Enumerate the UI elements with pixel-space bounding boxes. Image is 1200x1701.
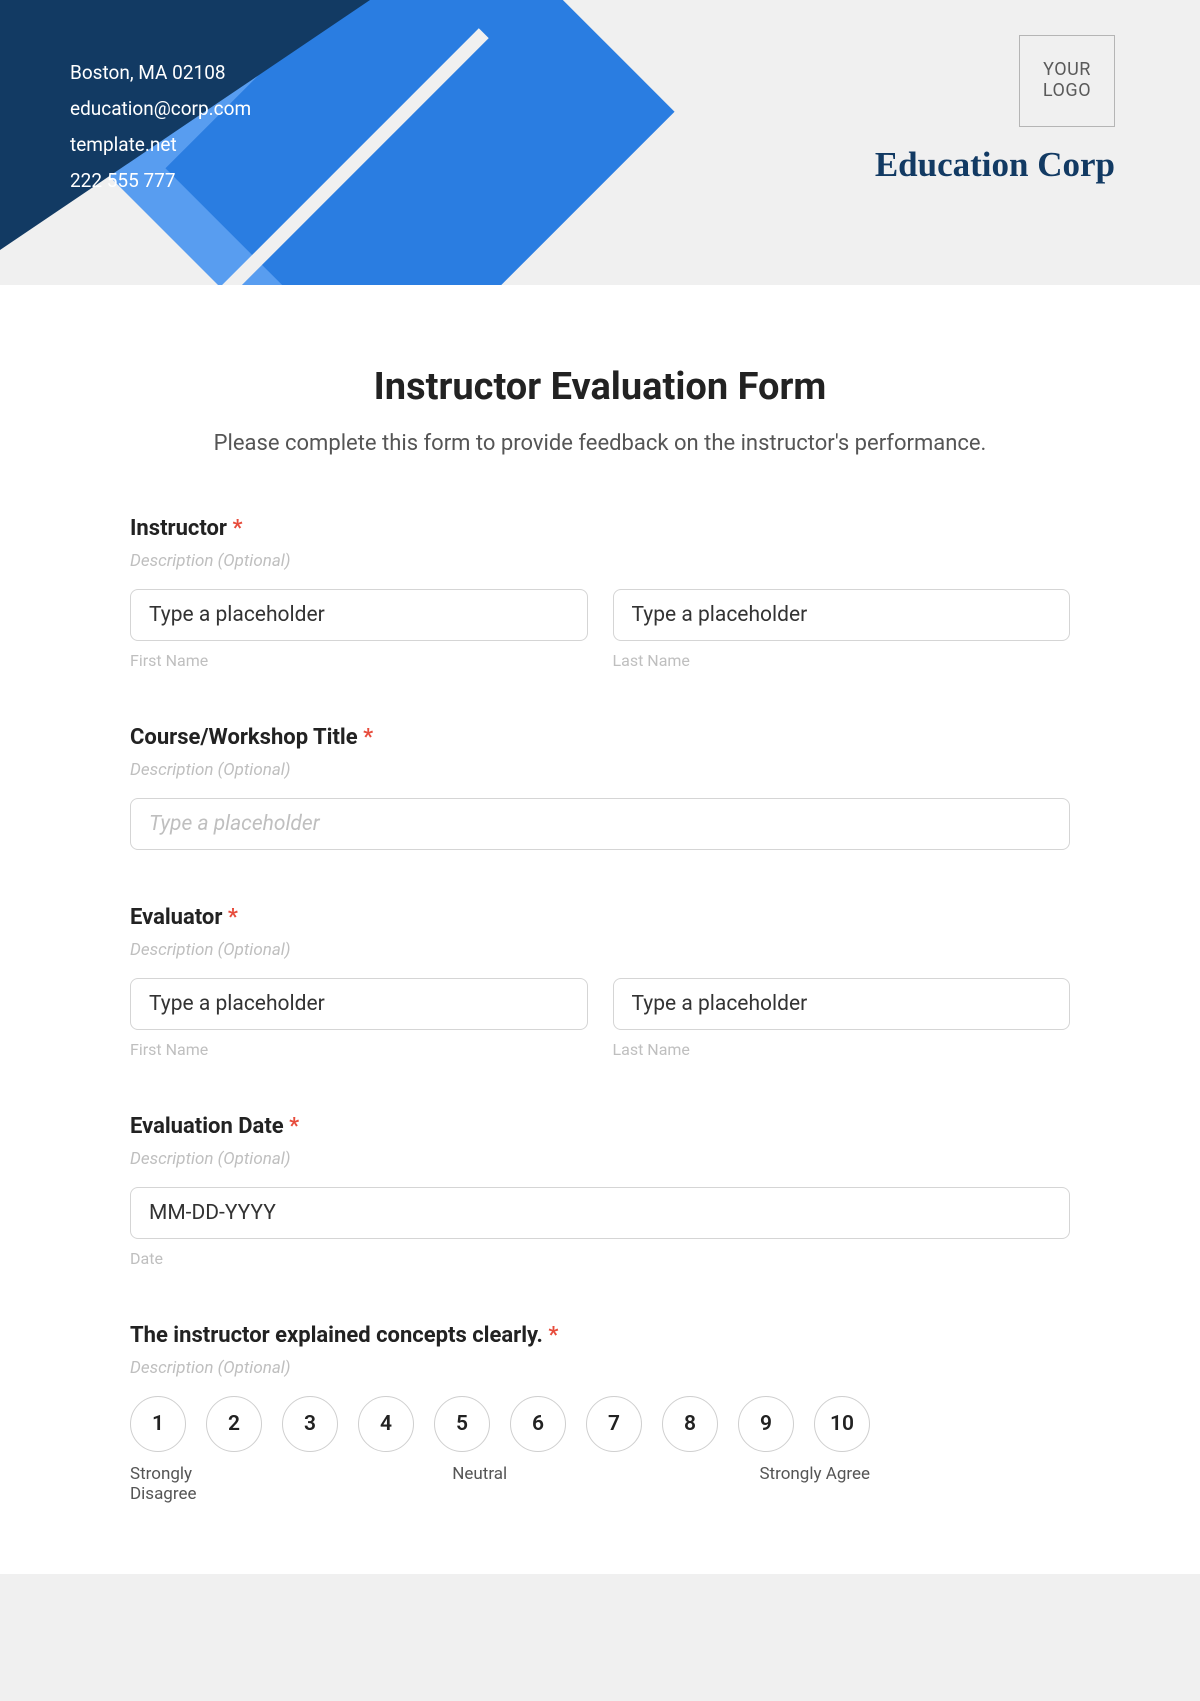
rating-option-10[interactable]: 10 [814, 1396, 870, 1452]
field-description: Description (Optional) [130, 1149, 1070, 1169]
field-label: The instructor explained concepts clearl… [130, 1323, 1070, 1348]
rating-option-5[interactable]: 5 [434, 1396, 490, 1452]
course-title-input[interactable]: Type a placeholder [130, 798, 1070, 850]
label-text: Evaluation Date [130, 1114, 284, 1139]
contact-phone: 222 555 777 [70, 163, 251, 199]
rating-anchor-labels: Strongly Disagree Neutral Strongly Agree [130, 1464, 870, 1504]
rating-scale: 1 2 3 4 5 6 7 8 9 10 [130, 1396, 1070, 1452]
logo-placeholder: YOUR LOGO [1019, 35, 1115, 127]
field-rating-q1: The instructor explained concepts clearl… [130, 1323, 1070, 1504]
sublabel-last-name: Last Name [613, 1040, 1071, 1059]
form-title: Instructor Evaluation Form [130, 365, 1070, 409]
sublabel-date: Date [130, 1249, 1070, 1268]
evaluator-first-name-input[interactable]: Type a placeholder [130, 978, 588, 1030]
sublabel-first-name: First Name [130, 651, 588, 670]
instructor-last-name-input[interactable]: Type a placeholder [613, 589, 1071, 641]
field-label: Course/Workshop Title * [130, 725, 1070, 750]
header: Boston, MA 02108 education@corp.com temp… [0, 0, 1200, 285]
instructor-first-name-input[interactable]: Type a placeholder [130, 589, 588, 641]
required-mark: * [363, 725, 373, 750]
rating-option-4[interactable]: 4 [358, 1396, 414, 1452]
rating-option-1[interactable]: 1 [130, 1396, 186, 1452]
field-label: Evaluator * [130, 905, 1070, 930]
evaluator-last-name-input[interactable]: Type a placeholder [613, 978, 1071, 1030]
field-course-title: Course/Workshop Title * Description (Opt… [130, 725, 1070, 850]
rating-option-8[interactable]: 8 [662, 1396, 718, 1452]
rating-option-7[interactable]: 7 [586, 1396, 642, 1452]
form-body: Instructor Evaluation Form Please comple… [0, 285, 1200, 1574]
rating-option-3[interactable]: 3 [282, 1396, 338, 1452]
form-subtitle: Please complete this form to provide fee… [130, 431, 1070, 456]
contact-email: education@corp.com [70, 91, 251, 127]
label-text: Evaluator [130, 905, 222, 930]
scale-label-mid: Neutral [452, 1464, 507, 1504]
field-instructor: Instructor * Description (Optional) Type… [130, 516, 1070, 670]
field-label: Instructor * [130, 516, 1070, 541]
brand-name: Education Corp [875, 145, 1115, 185]
field-evaluator: Evaluator * Description (Optional) Type … [130, 905, 1070, 1059]
field-label: Evaluation Date * [130, 1114, 1070, 1139]
field-description: Description (Optional) [130, 551, 1070, 571]
required-mark: * [232, 516, 242, 541]
required-mark: * [289, 1114, 299, 1139]
rating-option-2[interactable]: 2 [206, 1396, 262, 1452]
sublabel-last-name: Last Name [613, 651, 1071, 670]
scale-label-high: Strongly Agree [759, 1464, 870, 1504]
rating-option-6[interactable]: 6 [510, 1396, 566, 1452]
label-text: The instructor explained concepts clearl… [130, 1323, 543, 1348]
label-text: Course/Workshop Title [130, 725, 358, 750]
logo-text: YOUR LOGO [1020, 60, 1114, 101]
field-description: Description (Optional) [130, 940, 1070, 960]
label-text: Instructor [130, 516, 227, 541]
field-description: Description (Optional) [130, 1358, 1070, 1378]
scale-label-low: Strongly Disagree [130, 1464, 220, 1504]
contact-block: Boston, MA 02108 education@corp.com temp… [70, 55, 251, 199]
contact-website: template.net [70, 127, 251, 163]
contact-address: Boston, MA 02108 [70, 55, 251, 91]
sublabel-first-name: First Name [130, 1040, 588, 1059]
rating-option-9[interactable]: 9 [738, 1396, 794, 1452]
required-mark: * [548, 1323, 558, 1348]
page: Boston, MA 02108 education@corp.com temp… [0, 0, 1200, 1574]
evaluation-date-input[interactable]: MM-DD-YYYY [130, 1187, 1070, 1239]
field-description: Description (Optional) [130, 760, 1070, 780]
required-mark: * [228, 905, 238, 930]
field-evaluation-date: Evaluation Date * Description (Optional)… [130, 1114, 1070, 1268]
